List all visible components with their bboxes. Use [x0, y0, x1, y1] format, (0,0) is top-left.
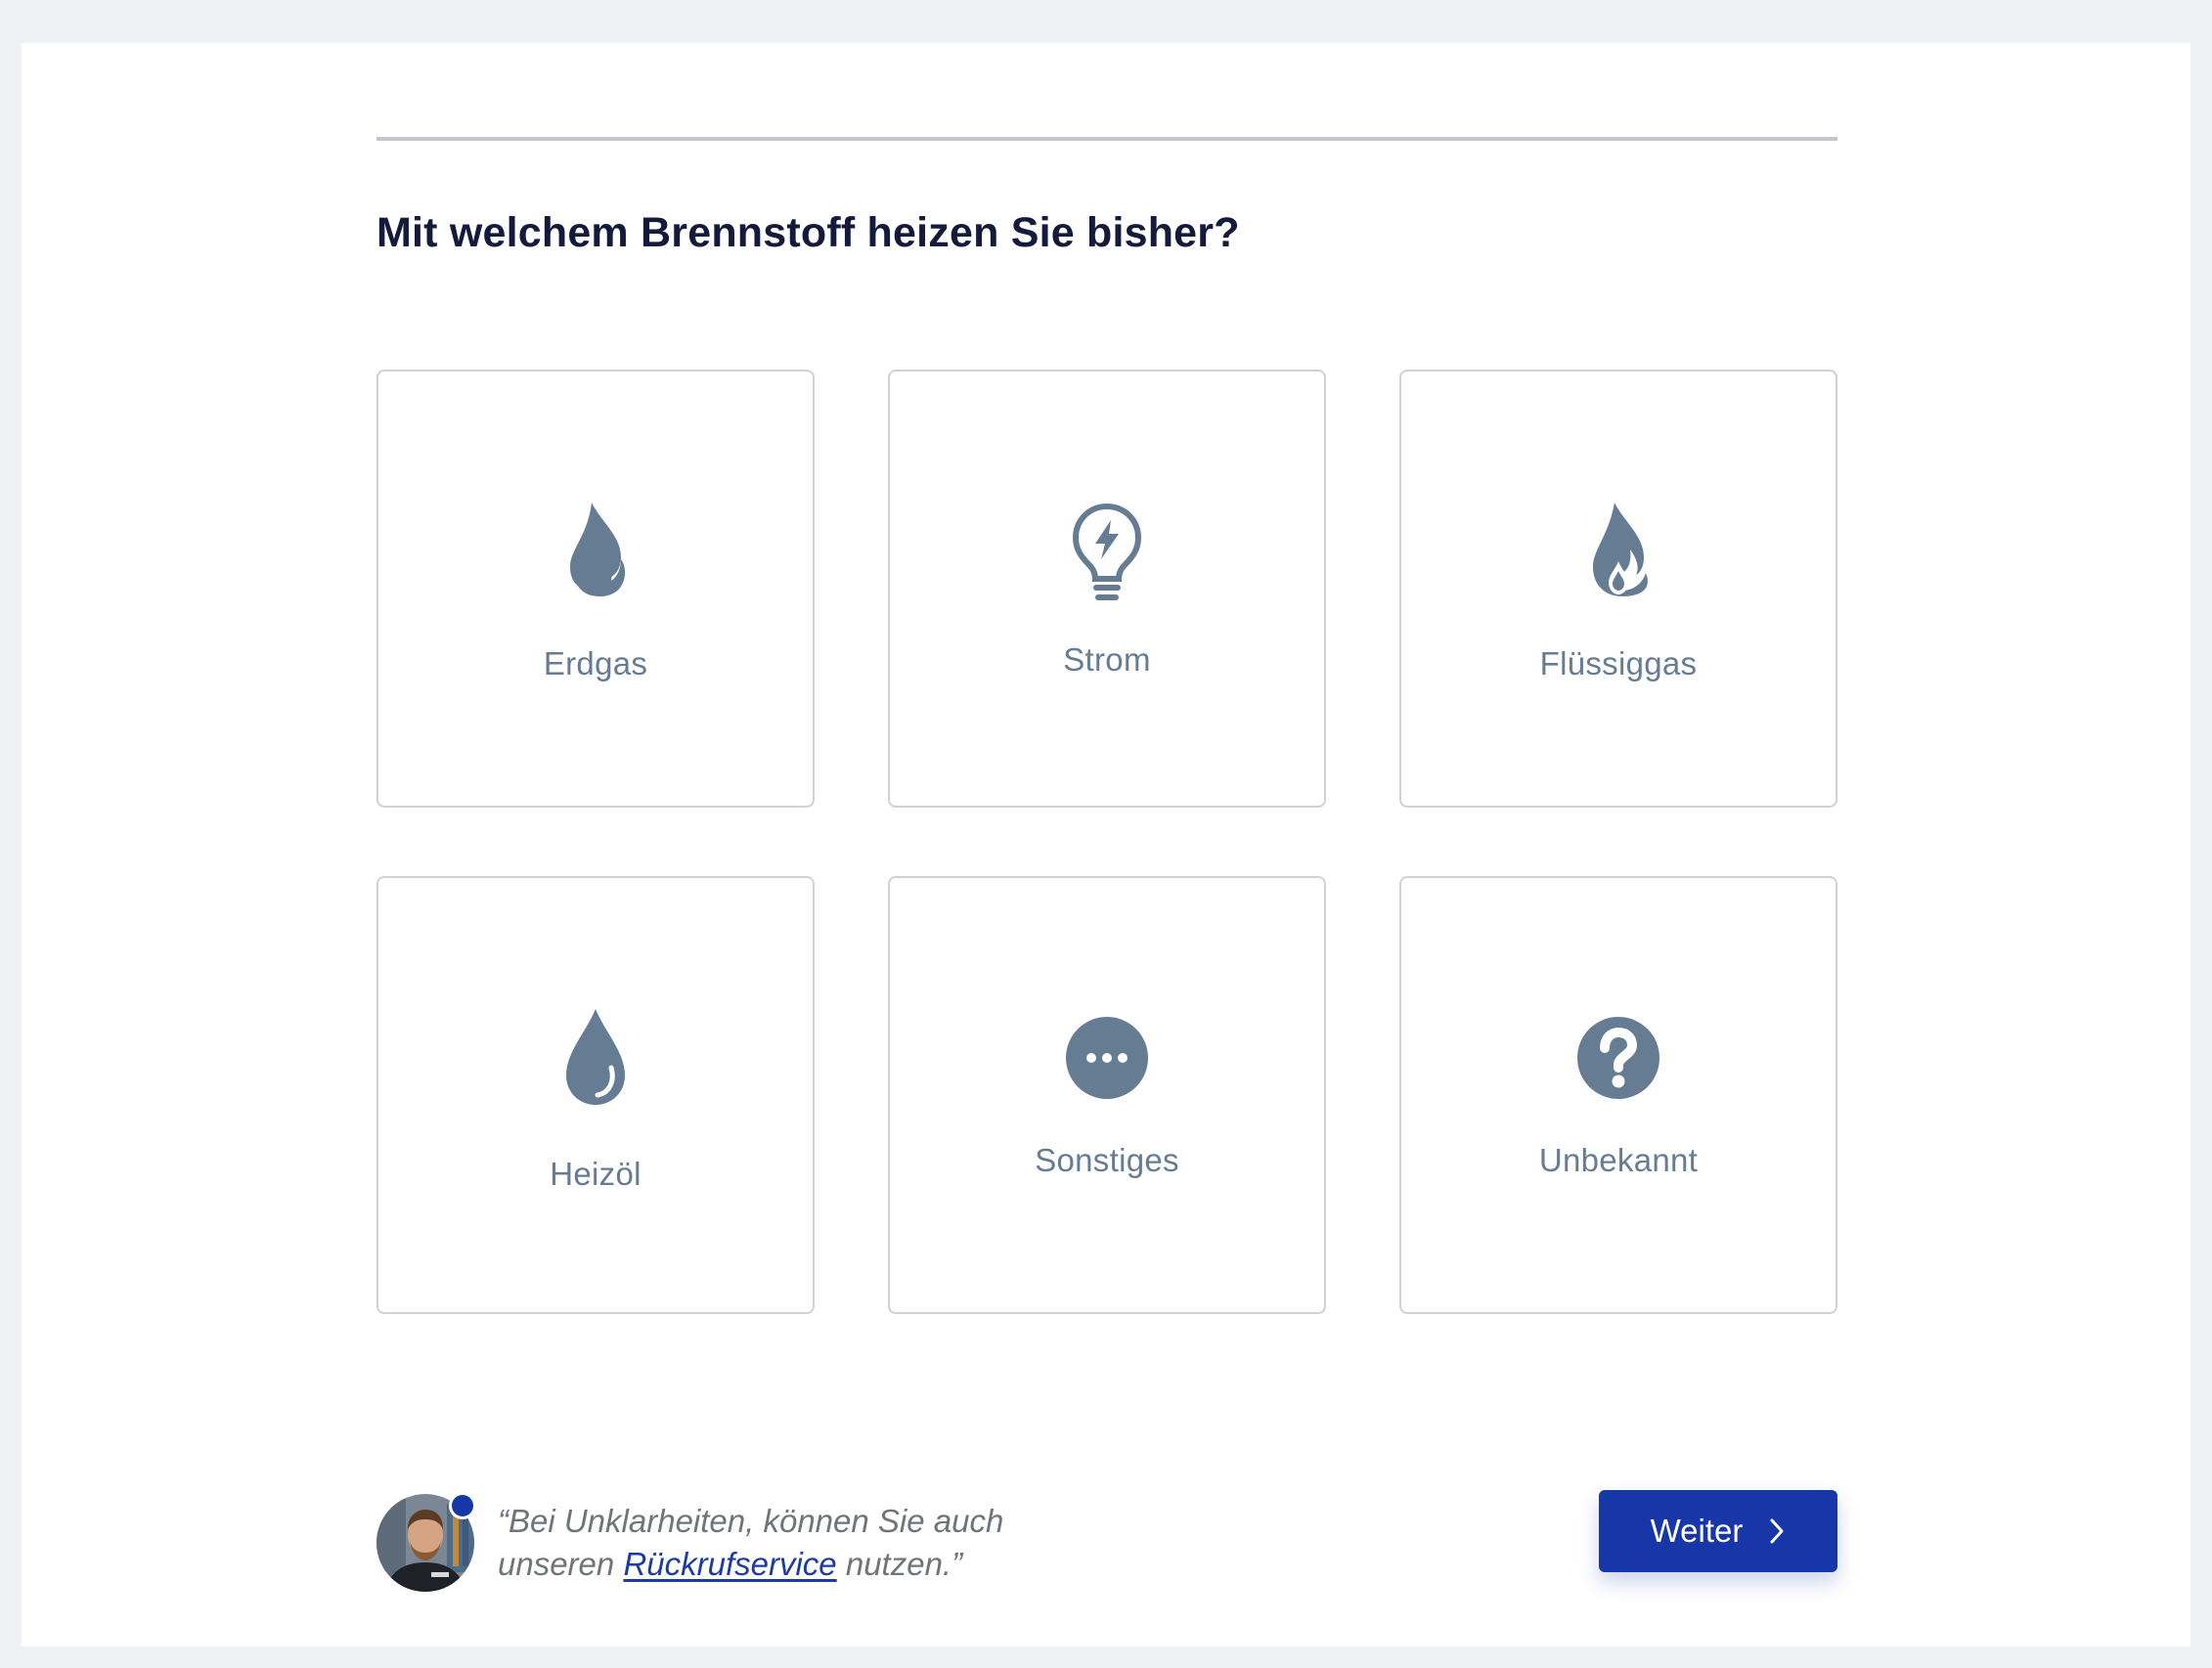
lightbulb-bolt-icon [1060, 497, 1154, 606]
question-title: Mit welchem Brennstoff heizen Sie bisher… [376, 209, 1240, 256]
next-button[interactable]: Weiter [1599, 1490, 1837, 1572]
callback-hint: “Bei Unklarheiten, können Sie auch unser… [498, 1500, 1104, 1586]
option-heizoel[interactable]: Heizöl [376, 876, 815, 1314]
fuel-options-grid: Erdgas Strom Flüssiggas Heizöl Sonstiges… [376, 370, 1837, 1314]
option-label: Heizöl [550, 1156, 641, 1192]
option-unbekannt[interactable]: Unbekannt [1399, 876, 1837, 1314]
flame-icon [549, 497, 642, 606]
advisor-avatar [376, 1492, 476, 1592]
more-dots-icon [1060, 1003, 1154, 1113]
option-label: Erdgas [543, 645, 648, 681]
question-icon [1571, 1003, 1665, 1113]
option-sonstiges[interactable]: Sonstiges [888, 876, 1326, 1314]
footer: “Bei Unklarheiten, können Sie auch unser… [376, 1451, 1837, 1607]
next-button-label: Weiter [1650, 1513, 1744, 1549]
option-label: Flüssiggas [1539, 645, 1698, 681]
option-label: Strom [1063, 641, 1151, 678]
option-fluessiggas[interactable]: Flüssiggas [1399, 370, 1837, 808]
oil-drop-icon [549, 1003, 642, 1113]
flame-drop-icon [1571, 497, 1665, 606]
option-strom[interactable]: Strom [888, 370, 1326, 808]
main-card: Mit welchem Brennstoff heizen Sie bisher… [22, 43, 2190, 1646]
online-status-dot [449, 1492, 476, 1519]
callback-service-link[interactable]: Rückrufservice [623, 1546, 836, 1582]
option-label: Unbekannt [1538, 1142, 1699, 1178]
quote-text-end: nutzen.” [836, 1546, 963, 1582]
option-erdgas[interactable]: Erdgas [376, 370, 815, 808]
chevron-right-icon [1770, 1518, 1784, 1544]
option-label: Sonstiges [1035, 1142, 1179, 1178]
progress-divider [376, 137, 1837, 141]
